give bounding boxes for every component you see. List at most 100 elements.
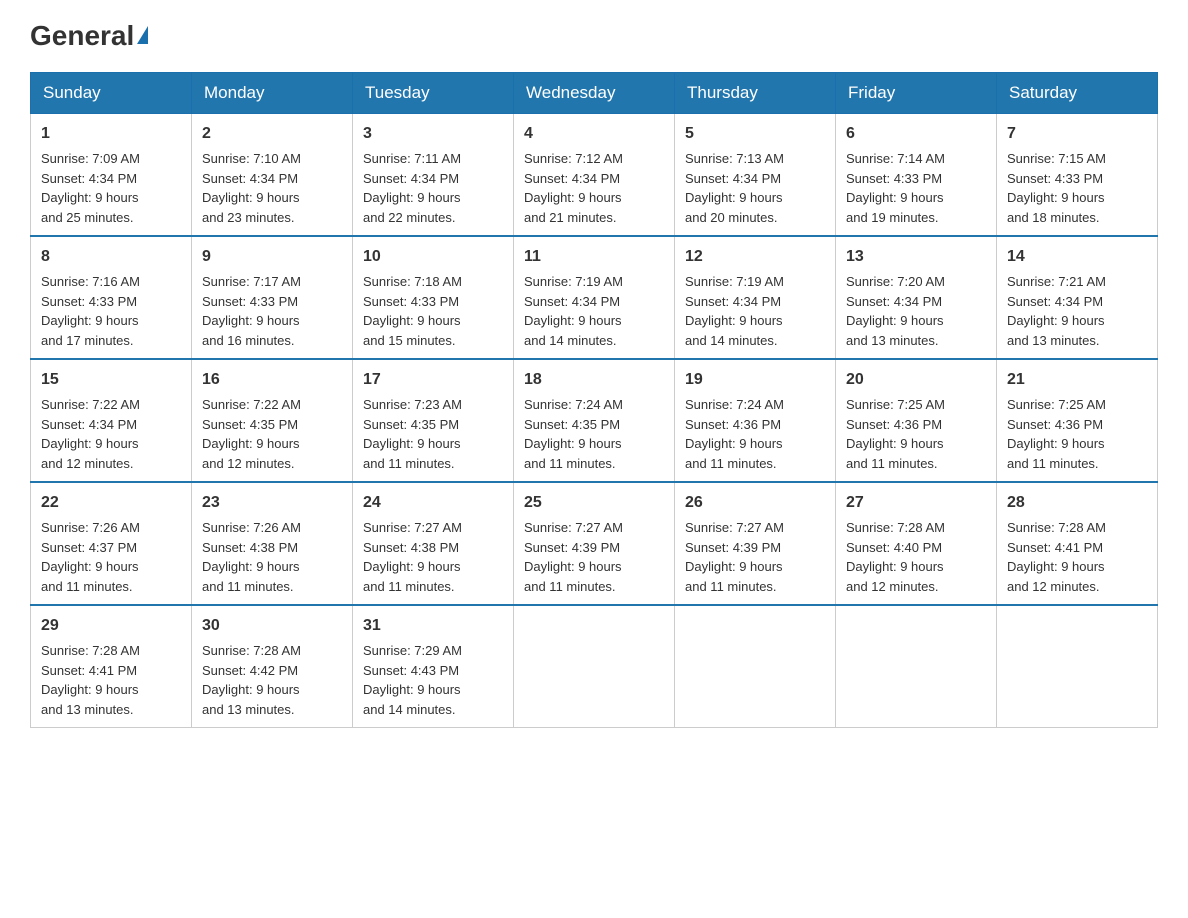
day-info: Sunrise: 7:25 AMSunset: 4:36 PMDaylight:… bbox=[846, 397, 945, 471]
calendar-cell: 6 Sunrise: 7:14 AMSunset: 4:33 PMDayligh… bbox=[836, 114, 997, 237]
day-info: Sunrise: 7:28 AMSunset: 4:41 PMDaylight:… bbox=[41, 643, 140, 717]
day-info: Sunrise: 7:27 AMSunset: 4:39 PMDaylight:… bbox=[524, 520, 623, 594]
day-number: 14 bbox=[1007, 245, 1147, 269]
day-number: 11 bbox=[524, 245, 664, 269]
day-number: 15 bbox=[41, 368, 181, 392]
day-header-tuesday: Tuesday bbox=[353, 73, 514, 114]
day-number: 6 bbox=[846, 122, 986, 146]
day-info: Sunrise: 7:19 AMSunset: 4:34 PMDaylight:… bbox=[524, 274, 623, 348]
day-number: 1 bbox=[41, 122, 181, 146]
calendar-cell: 22 Sunrise: 7:26 AMSunset: 4:37 PMDaylig… bbox=[31, 482, 192, 605]
day-info: Sunrise: 7:24 AMSunset: 4:36 PMDaylight:… bbox=[685, 397, 784, 471]
day-number: 23 bbox=[202, 491, 342, 515]
day-number: 12 bbox=[685, 245, 825, 269]
calendar-cell: 27 Sunrise: 7:28 AMSunset: 4:40 PMDaylig… bbox=[836, 482, 997, 605]
day-number: 29 bbox=[41, 614, 181, 638]
day-header-wednesday: Wednesday bbox=[514, 73, 675, 114]
calendar-cell: 30 Sunrise: 7:28 AMSunset: 4:42 PMDaylig… bbox=[192, 605, 353, 728]
week-row-1: 1 Sunrise: 7:09 AMSunset: 4:34 PMDayligh… bbox=[31, 114, 1158, 237]
calendar-cell: 2 Sunrise: 7:10 AMSunset: 4:34 PMDayligh… bbox=[192, 114, 353, 237]
day-number: 18 bbox=[524, 368, 664, 392]
calendar-cell: 19 Sunrise: 7:24 AMSunset: 4:36 PMDaylig… bbox=[675, 359, 836, 482]
day-number: 3 bbox=[363, 122, 503, 146]
calendar-cell: 28 Sunrise: 7:28 AMSunset: 4:41 PMDaylig… bbox=[997, 482, 1158, 605]
day-number: 24 bbox=[363, 491, 503, 515]
day-info: Sunrise: 7:23 AMSunset: 4:35 PMDaylight:… bbox=[363, 397, 462, 471]
calendar-cell bbox=[514, 605, 675, 728]
calendar-cell: 15 Sunrise: 7:22 AMSunset: 4:34 PMDaylig… bbox=[31, 359, 192, 482]
logo-general-text: General bbox=[30, 20, 134, 52]
calendar-cell: 14 Sunrise: 7:21 AMSunset: 4:34 PMDaylig… bbox=[997, 236, 1158, 359]
page-header: General bbox=[30, 20, 1158, 52]
calendar-cell: 29 Sunrise: 7:28 AMSunset: 4:41 PMDaylig… bbox=[31, 605, 192, 728]
day-number: 28 bbox=[1007, 491, 1147, 515]
day-info: Sunrise: 7:29 AMSunset: 4:43 PMDaylight:… bbox=[363, 643, 462, 717]
day-number: 27 bbox=[846, 491, 986, 515]
day-info: Sunrise: 7:22 AMSunset: 4:34 PMDaylight:… bbox=[41, 397, 140, 471]
day-header-row: SundayMondayTuesdayWednesdayThursdayFrid… bbox=[31, 73, 1158, 114]
day-number: 17 bbox=[363, 368, 503, 392]
calendar-cell: 26 Sunrise: 7:27 AMSunset: 4:39 PMDaylig… bbox=[675, 482, 836, 605]
day-header-saturday: Saturday bbox=[997, 73, 1158, 114]
day-number: 8 bbox=[41, 245, 181, 269]
day-info: Sunrise: 7:16 AMSunset: 4:33 PMDaylight:… bbox=[41, 274, 140, 348]
day-number: 5 bbox=[685, 122, 825, 146]
day-number: 9 bbox=[202, 245, 342, 269]
calendar-cell: 31 Sunrise: 7:29 AMSunset: 4:43 PMDaylig… bbox=[353, 605, 514, 728]
day-number: 31 bbox=[363, 614, 503, 638]
week-row-2: 8 Sunrise: 7:16 AMSunset: 4:33 PMDayligh… bbox=[31, 236, 1158, 359]
calendar-cell: 10 Sunrise: 7:18 AMSunset: 4:33 PMDaylig… bbox=[353, 236, 514, 359]
calendar-cell: 8 Sunrise: 7:16 AMSunset: 4:33 PMDayligh… bbox=[31, 236, 192, 359]
calendar-cell: 12 Sunrise: 7:19 AMSunset: 4:34 PMDaylig… bbox=[675, 236, 836, 359]
calendar-cell: 4 Sunrise: 7:12 AMSunset: 4:34 PMDayligh… bbox=[514, 114, 675, 237]
calendar-cell: 21 Sunrise: 7:25 AMSunset: 4:36 PMDaylig… bbox=[997, 359, 1158, 482]
day-info: Sunrise: 7:28 AMSunset: 4:40 PMDaylight:… bbox=[846, 520, 945, 594]
day-info: Sunrise: 7:28 AMSunset: 4:42 PMDaylight:… bbox=[202, 643, 301, 717]
day-header-friday: Friday bbox=[836, 73, 997, 114]
logo-triangle-icon bbox=[137, 26, 148, 44]
logo: General bbox=[30, 20, 148, 52]
calendar-cell: 9 Sunrise: 7:17 AMSunset: 4:33 PMDayligh… bbox=[192, 236, 353, 359]
day-number: 26 bbox=[685, 491, 825, 515]
day-info: Sunrise: 7:12 AMSunset: 4:34 PMDaylight:… bbox=[524, 151, 623, 225]
week-row-3: 15 Sunrise: 7:22 AMSunset: 4:34 PMDaylig… bbox=[31, 359, 1158, 482]
day-info: Sunrise: 7:27 AMSunset: 4:39 PMDaylight:… bbox=[685, 520, 784, 594]
day-number: 10 bbox=[363, 245, 503, 269]
day-header-thursday: Thursday bbox=[675, 73, 836, 114]
calendar-cell bbox=[675, 605, 836, 728]
day-number: 19 bbox=[685, 368, 825, 392]
day-info: Sunrise: 7:11 AMSunset: 4:34 PMDaylight:… bbox=[363, 151, 461, 225]
day-info: Sunrise: 7:22 AMSunset: 4:35 PMDaylight:… bbox=[202, 397, 301, 471]
day-number: 20 bbox=[846, 368, 986, 392]
day-info: Sunrise: 7:20 AMSunset: 4:34 PMDaylight:… bbox=[846, 274, 945, 348]
day-header-monday: Monday bbox=[192, 73, 353, 114]
calendar-cell: 7 Sunrise: 7:15 AMSunset: 4:33 PMDayligh… bbox=[997, 114, 1158, 237]
calendar-cell: 17 Sunrise: 7:23 AMSunset: 4:35 PMDaylig… bbox=[353, 359, 514, 482]
day-info: Sunrise: 7:10 AMSunset: 4:34 PMDaylight:… bbox=[202, 151, 301, 225]
calendar-cell: 24 Sunrise: 7:27 AMSunset: 4:38 PMDaylig… bbox=[353, 482, 514, 605]
day-number: 22 bbox=[41, 491, 181, 515]
calendar-cell: 25 Sunrise: 7:27 AMSunset: 4:39 PMDaylig… bbox=[514, 482, 675, 605]
calendar-cell bbox=[836, 605, 997, 728]
day-number: 25 bbox=[524, 491, 664, 515]
calendar-cell: 23 Sunrise: 7:26 AMSunset: 4:38 PMDaylig… bbox=[192, 482, 353, 605]
day-info: Sunrise: 7:27 AMSunset: 4:38 PMDaylight:… bbox=[363, 520, 462, 594]
calendar-cell: 18 Sunrise: 7:24 AMSunset: 4:35 PMDaylig… bbox=[514, 359, 675, 482]
day-info: Sunrise: 7:17 AMSunset: 4:33 PMDaylight:… bbox=[202, 274, 301, 348]
day-info: Sunrise: 7:28 AMSunset: 4:41 PMDaylight:… bbox=[1007, 520, 1106, 594]
day-number: 2 bbox=[202, 122, 342, 146]
calendar-cell: 20 Sunrise: 7:25 AMSunset: 4:36 PMDaylig… bbox=[836, 359, 997, 482]
day-number: 7 bbox=[1007, 122, 1147, 146]
day-number: 4 bbox=[524, 122, 664, 146]
day-info: Sunrise: 7:21 AMSunset: 4:34 PMDaylight:… bbox=[1007, 274, 1106, 348]
calendar-cell bbox=[997, 605, 1158, 728]
day-number: 16 bbox=[202, 368, 342, 392]
day-number: 21 bbox=[1007, 368, 1147, 392]
day-info: Sunrise: 7:18 AMSunset: 4:33 PMDaylight:… bbox=[363, 274, 462, 348]
day-number: 13 bbox=[846, 245, 986, 269]
day-info: Sunrise: 7:15 AMSunset: 4:33 PMDaylight:… bbox=[1007, 151, 1106, 225]
week-row-5: 29 Sunrise: 7:28 AMSunset: 4:41 PMDaylig… bbox=[31, 605, 1158, 728]
calendar-cell: 13 Sunrise: 7:20 AMSunset: 4:34 PMDaylig… bbox=[836, 236, 997, 359]
day-info: Sunrise: 7:13 AMSunset: 4:34 PMDaylight:… bbox=[685, 151, 784, 225]
calendar-cell: 1 Sunrise: 7:09 AMSunset: 4:34 PMDayligh… bbox=[31, 114, 192, 237]
